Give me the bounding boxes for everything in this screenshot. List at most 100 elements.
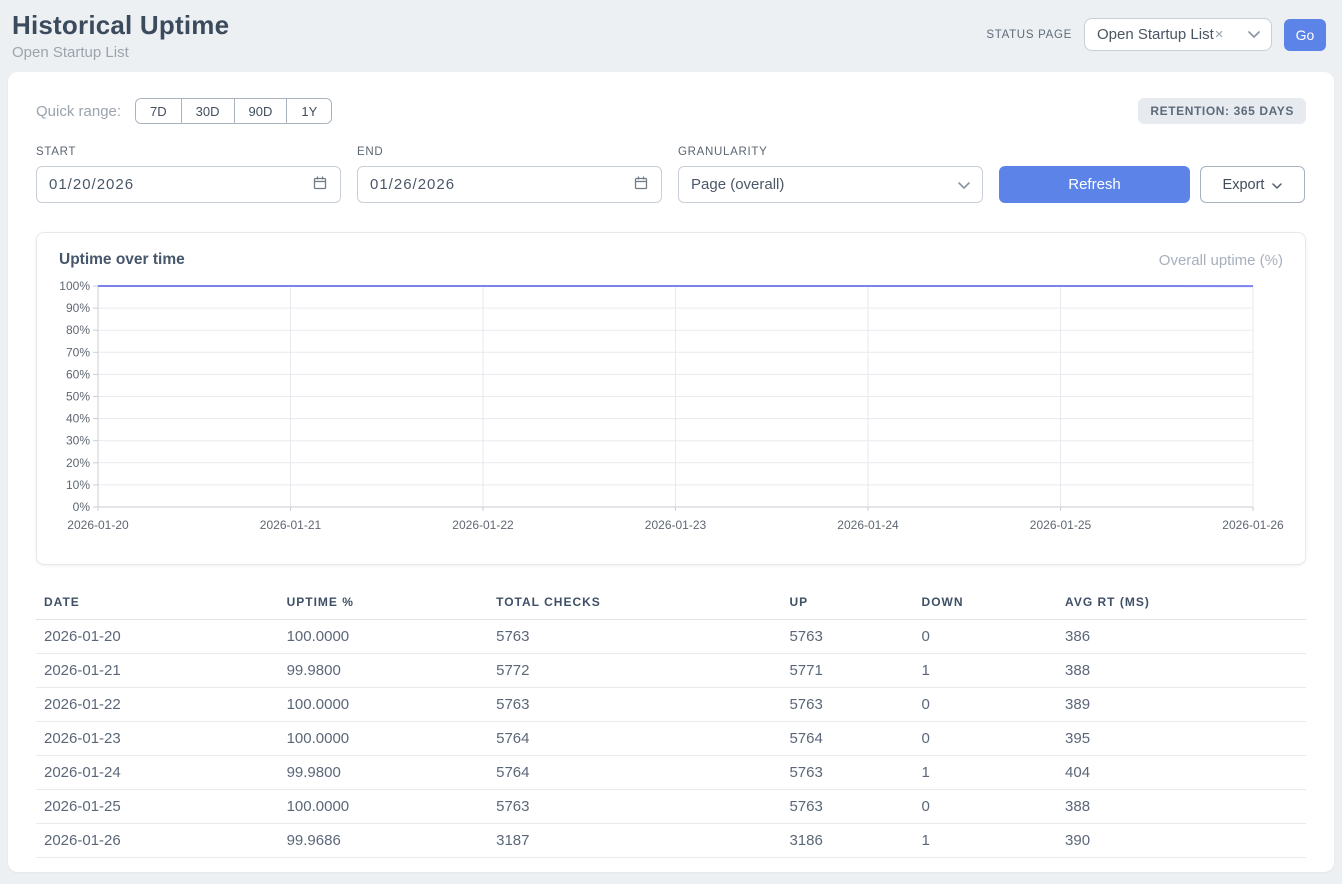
table-cell: 5764	[488, 722, 781, 756]
table-cell: 2026-01-20	[36, 620, 279, 654]
table-row: 2026-01-20100.0000576357630386	[36, 620, 1306, 654]
table-cell: 0	[914, 620, 1058, 654]
table-cell: 99.9800	[279, 756, 489, 790]
table-cell: 100.0000	[279, 688, 489, 722]
table-cell: 388	[1057, 654, 1306, 688]
table-row: 2026-01-22100.0000576357630389	[36, 688, 1306, 722]
table-cell: 1	[914, 824, 1058, 858]
status-page-controls: STATUS PAGE Open Startup List × Go	[986, 18, 1326, 51]
table-cell: 1	[914, 654, 1058, 688]
y-axis-tick-label: 0%	[73, 500, 91, 514]
table-cell: 0	[914, 790, 1058, 824]
table-cell: 2026-01-24	[36, 756, 279, 790]
quick-range-90d-button[interactable]: 90D	[235, 99, 288, 123]
table-cell: 5764	[488, 756, 781, 790]
granularity-label: GRANULARITY	[678, 146, 983, 158]
start-date-field: START 01/20/2026	[36, 146, 341, 203]
quick-range-label: Quick range:	[36, 103, 121, 120]
table-row: 2026-01-2199.9800577257711388	[36, 654, 1306, 688]
main-panel: Quick range: 7D30D90D1Y RETENTION: 365 D…	[8, 72, 1334, 872]
table-cell: 390	[1057, 824, 1306, 858]
column-header: UP	[781, 589, 913, 620]
calendar-icon[interactable]	[633, 175, 649, 195]
table-cell: 100.0000	[279, 790, 489, 824]
y-axis-tick-label: 70%	[66, 345, 90, 359]
table-cell: 0	[914, 688, 1058, 722]
table-cell: 2026-01-23	[36, 722, 279, 756]
start-label: START	[36, 146, 341, 158]
table-cell: 5763	[781, 790, 913, 824]
table-cell: 2026-01-25	[36, 790, 279, 824]
x-axis-tick-label: 2026-01-24	[837, 518, 899, 532]
uptime-table: DATEUPTIME %TOTAL CHECKSUPDOWNAVG RT (MS…	[36, 589, 1306, 858]
y-axis-tick-label: 30%	[66, 434, 90, 448]
status-page-label: STATUS PAGE	[986, 29, 1072, 41]
x-axis-tick-label: 2026-01-20	[67, 518, 129, 532]
table-row: 2026-01-2499.9800576457631404	[36, 756, 1306, 790]
filter-fields-row: START 01/20/2026 END 01/26/2026 GRANULAR…	[36, 146, 1306, 203]
y-axis-tick-label: 60%	[66, 367, 90, 381]
table-cell: 2026-01-21	[36, 654, 279, 688]
table-cell: 5771	[781, 654, 913, 688]
clear-icon[interactable]: ×	[1215, 27, 1224, 42]
y-axis-tick-label: 40%	[66, 412, 90, 426]
table-cell: 2026-01-22	[36, 688, 279, 722]
table-cell: 3187	[488, 824, 781, 858]
retention-badge: RETENTION: 365 DAYS	[1138, 98, 1306, 124]
end-date-input[interactable]: 01/26/2026	[357, 166, 662, 203]
end-label: END	[357, 146, 662, 158]
chart-title: Uptime over time	[59, 251, 185, 269]
table-row: 2026-01-25100.0000576357630388	[36, 790, 1306, 824]
table-cell: 5763	[488, 688, 781, 722]
x-axis-tick-label: 2026-01-26	[1222, 518, 1284, 532]
end-date-value: 01/26/2026	[370, 176, 455, 193]
granularity-select[interactable]: Page (overall)	[678, 166, 983, 203]
table-cell: 388	[1057, 790, 1306, 824]
top-bar: Historical Uptime Open Startup List STAT…	[0, 0, 1342, 72]
end-date-field: END 01/26/2026	[357, 146, 662, 203]
table-cell: 100.0000	[279, 620, 489, 654]
column-header: DOWN	[914, 589, 1058, 620]
column-header: AVG RT (MS)	[1057, 589, 1306, 620]
calendar-icon[interactable]	[312, 175, 328, 195]
chart-legend: Overall uptime (%)	[1159, 252, 1283, 269]
table-cell: 404	[1057, 756, 1306, 790]
table-cell: 2026-01-26	[36, 824, 279, 858]
export-button[interactable]: Export	[1200, 166, 1305, 203]
quick-range-1y-button[interactable]: 1Y	[287, 99, 331, 123]
table-cell: 5763	[488, 620, 781, 654]
refresh-button[interactable]: Refresh	[999, 166, 1190, 203]
chart-header: Uptime over time Overall uptime (%)	[59, 251, 1283, 269]
x-axis-tick-label: 2026-01-21	[260, 518, 322, 532]
uptime-chart: 0%10%20%30%40%50%60%70%80%90%100%2026-01…	[59, 277, 1289, 539]
table-cell: 1	[914, 756, 1058, 790]
granularity-value: Page (overall)	[691, 176, 784, 193]
go-button[interactable]: Go	[1284, 19, 1326, 51]
quick-range-30d-button[interactable]: 30D	[182, 99, 235, 123]
table-cell: 5763	[781, 620, 913, 654]
y-axis-tick-label: 80%	[66, 323, 90, 337]
granularity-field: GRANULARITY Page (overall)	[678, 146, 983, 203]
y-axis-tick-label: 10%	[66, 478, 90, 492]
table-cell: 3186	[781, 824, 913, 858]
table-cell: 99.9686	[279, 824, 489, 858]
quick-range-button-group: 7D30D90D1Y	[135, 98, 332, 124]
column-header: UPTIME %	[279, 589, 489, 620]
y-axis-tick-label: 50%	[66, 390, 90, 404]
quick-range-7d-button[interactable]: 7D	[136, 99, 182, 123]
chevron-down-icon	[1248, 31, 1260, 38]
quick-range-row: Quick range: 7D30D90D1Y RETENTION: 365 D…	[36, 98, 1306, 124]
uptime-chart-card: Uptime over time Overall uptime (%) 0% 10…	[36, 232, 1306, 565]
status-page-select[interactable]: Open Startup List ×	[1084, 18, 1272, 51]
page-subtitle: Open Startup List	[12, 44, 229, 61]
x-axis-tick-label: 2026-01-25	[1030, 518, 1092, 532]
table-cell: 99.9800	[279, 654, 489, 688]
start-date-input[interactable]: 01/20/2026	[36, 166, 341, 203]
status-page-value: Open Startup List	[1097, 26, 1214, 43]
column-header: TOTAL CHECKS	[488, 589, 781, 620]
y-axis-tick-label: 100%	[59, 279, 90, 293]
page-title: Historical Uptime	[12, 10, 229, 41]
title-block: Historical Uptime Open Startup List	[12, 10, 229, 61]
x-axis-tick-label: 2026-01-22	[452, 518, 514, 532]
table-cell: 100.0000	[279, 722, 489, 756]
